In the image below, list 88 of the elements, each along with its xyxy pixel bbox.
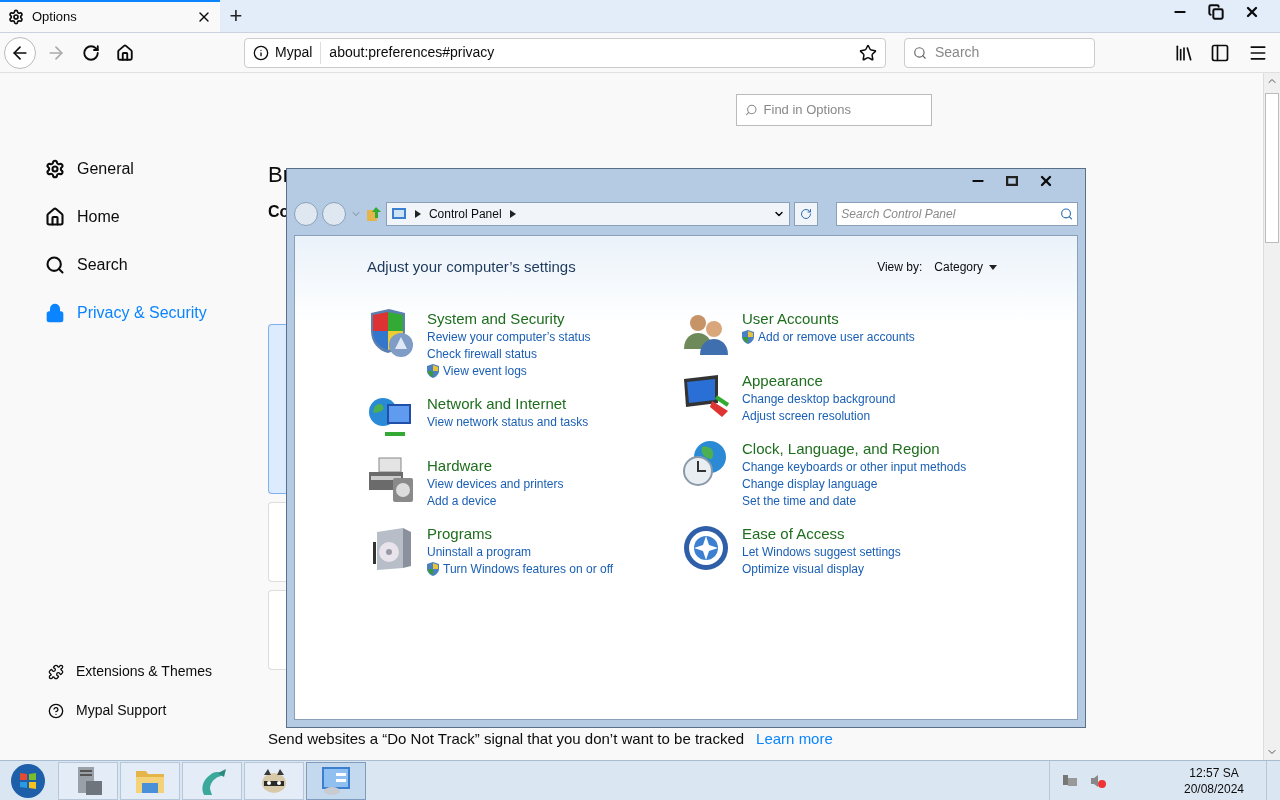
address-bar[interactable]: Control Panel [385, 202, 791, 226]
category-item[interactable]: Search [45, 253, 268, 277]
help-icon [48, 702, 64, 719]
tab-title: Options [32, 8, 78, 27]
muted-speaker-icon[interactable] [1090, 772, 1106, 789]
windows-logo-icon [10, 762, 46, 799]
page-title: Adjust your computer’s settings [367, 257, 576, 277]
category-title[interactable]: Hardware [427, 455, 564, 476]
search-field[interactable]: Search [904, 37, 1095, 68]
search-field[interactable]: Search Control Panel [836, 202, 1078, 226]
search-icon [913, 44, 927, 61]
new-tab-button[interactable]: + [220, 0, 252, 32]
caret-icon [989, 264, 997, 270]
footer-link[interactable]: Extensions & Themes [48, 662, 268, 681]
control-panel-icon [320, 764, 352, 797]
sidebar-icon[interactable] [1210, 42, 1230, 63]
browser-tab[interactable]: Options [0, 0, 220, 32]
scrollbar-thumb[interactable] [1265, 93, 1279, 243]
close-icon[interactable] [1038, 173, 1054, 189]
taskbar-app[interactable] [58, 761, 118, 800]
task-link[interactable]: Check firewall status [427, 345, 538, 363]
category-item[interactable]: Home [45, 205, 268, 229]
task-link[interactable]: Change desktop background [742, 390, 896, 408]
category-item[interactable]: General [45, 157, 268, 181]
view-by-label: View by: [877, 259, 923, 277]
footer-link[interactable]: Mypal Support [48, 701, 268, 720]
accessibility-icon [682, 523, 730, 572]
breadcrumb-arrow-icon [414, 210, 421, 218]
task-link[interactable]: View event logs [443, 362, 527, 380]
task-link[interactable]: Let Windows suggest settings [742, 543, 901, 561]
breadcrumb[interactable]: Control Panel [428, 205, 502, 223]
find-field[interactable]: Find in Options [736, 94, 932, 126]
task-link[interactable]: Adjust screen resolution [742, 407, 871, 425]
category-title[interactable]: Network and Internet [427, 393, 589, 414]
task-link[interactable]: View network status and tasks [427, 413, 589, 431]
task-link[interactable]: Add a device [427, 492, 497, 510]
search-icon [745, 103, 758, 117]
search-icon [45, 255, 65, 275]
task-link[interactable]: Uninstall a program [427, 543, 532, 561]
refresh-button[interactable] [794, 202, 819, 226]
refresh-icon [800, 208, 813, 220]
task-link[interactable]: Optimize visual display [742, 560, 865, 578]
category-title[interactable]: Ease of Access [742, 523, 901, 544]
view-by-dropdown[interactable]: Category [934, 258, 997, 277]
restore-icon[interactable] [1208, 4, 1224, 20]
star-icon[interactable] [859, 43, 877, 62]
home-icon [45, 207, 65, 227]
info-icon[interactable] [253, 44, 269, 61]
scrollbar[interactable] [1263, 73, 1280, 760]
back-button[interactable] [4, 36, 36, 69]
reload-icon[interactable] [82, 43, 100, 62]
breadcrumb-arrow-icon [509, 210, 516, 218]
task-link[interactable]: Change display language [742, 475, 878, 493]
find-input[interactable]: Find in Options [763, 100, 923, 120]
task-link[interactable]: Turn Windows features on or off [443, 560, 614, 578]
category-title[interactable]: Appearance [742, 370, 896, 391]
date-text: 20/08/2024 [1183, 780, 1245, 797]
gear-icon [45, 159, 65, 179]
time-text: 12:57 SA [1189, 764, 1239, 781]
category-title[interactable]: Programs [427, 523, 614, 544]
printer-icon [367, 455, 415, 504]
close-icon[interactable] [1244, 4, 1260, 20]
url-text: about:preferences#privacy [328, 43, 496, 62]
category-title[interactable]: System and Security [427, 308, 591, 329]
learn-more-link[interactable]: Learn more [756, 727, 833, 750]
search-icon[interactable] [1059, 207, 1073, 221]
network-icon[interactable] [1062, 772, 1078, 789]
monitor-icon [390, 206, 407, 222]
task-link[interactable]: Review your computer’s status [427, 328, 591, 346]
taskbar-app[interactable] [244, 761, 304, 800]
url-bar[interactable]: Mypal about:preferences#privacy [244, 37, 886, 68]
puzzle-icon [48, 663, 64, 680]
gear-icon [8, 9, 24, 25]
task-link[interactable]: View devices and printers [427, 475, 564, 493]
category-title[interactable]: User Accounts [742, 308, 915, 329]
task-link[interactable]: Set the time and date [742, 492, 857, 510]
search-input[interactable]: Search [934, 42, 1086, 63]
category-item[interactable]: Privacy & Security [45, 301, 268, 325]
site-identity[interactable]: Mypal [275, 42, 313, 63]
task-link[interactable]: Change keyboards or other input methods [742, 458, 967, 476]
category-title[interactable]: Clock, Language, and Region [742, 438, 967, 459]
search-input[interactable]: Search Control Panel [841, 205, 1060, 223]
task-link[interactable]: Add or remove user accounts [758, 328, 915, 346]
dnt-text: Send websites a “Do Not Track” signal that you don’t want to be tracked [268, 728, 745, 749]
maximize-icon[interactable] [1006, 176, 1018, 186]
clock[interactable]: 12:57 SA 20/08/2024 [1174, 764, 1254, 797]
lock-icon [45, 303, 65, 323]
home-icon[interactable] [116, 43, 134, 62]
